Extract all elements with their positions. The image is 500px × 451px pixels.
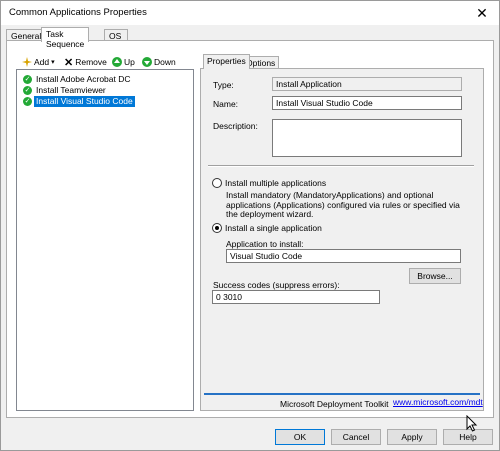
footer-text: Microsoft Deployment Toolkit <box>280 399 389 409</box>
tree-item-label: Install Teamviewer <box>36 85 106 95</box>
apply-button[interactable]: Apply <box>387 429 437 445</box>
browse-button[interactable]: Browse... <box>409 268 461 284</box>
radio-multiple-description: Install mandatory (MandatoryApplications… <box>226 190 460 219</box>
type-field: Install Application <box>272 77 462 91</box>
checkmark-icon: ✓ <box>23 86 32 95</box>
radio-single-app[interactable] <box>212 223 222 233</box>
tree-item-adobe[interactable]: ✓ Install Adobe Acrobat DC <box>23 74 133 85</box>
checkmark-icon: ✓ <box>23 75 32 84</box>
success-codes-label: Success codes (suppress errors): <box>213 280 340 290</box>
task-tree[interactable]: ✓ Install Adobe Acrobat DC ✓ Install Tea… <box>16 69 194 411</box>
title-bar: Common Applications Properties ✕ <box>1 1 499 25</box>
radio-multiple-label: Install multiple applications <box>225 178 327 188</box>
down-arrow-icon <box>142 57 152 67</box>
up-arrow-icon <box>112 57 122 67</box>
remove-x-icon: ✕ <box>64 56 74 69</box>
name-field[interactable]: Install Visual Studio Code <box>272 96 462 110</box>
chevron-down-icon: ▾ <box>51 59 55 66</box>
up-button[interactable]: Up <box>112 55 135 69</box>
tree-item-vscode[interactable]: ✓ Install Visual Studio Code <box>23 96 135 107</box>
close-icon[interactable]: ✕ <box>465 1 499 25</box>
mdt-link[interactable]: www.microsoft.com/mdt <box>393 397 483 407</box>
radio-single-label: Install a single application <box>225 223 322 233</box>
app-to-install-label: Application to install: <box>226 239 304 249</box>
app-to-install-field[interactable]: Visual Studio Code <box>226 249 461 263</box>
success-codes-field[interactable]: 0 3010 <box>212 290 380 304</box>
separator <box>208 165 474 167</box>
cancel-button[interactable]: Cancel <box>331 429 381 445</box>
down-label: Down <box>154 57 176 67</box>
tree-item-teamviewer[interactable]: ✓ Install Teamviewer <box>23 85 108 96</box>
type-label: Type: <box>213 80 234 90</box>
tree-item-label: Install Visual Studio Code <box>34 96 135 107</box>
footer-divider <box>204 393 480 395</box>
tree-item-label: Install Adobe Acrobat DC <box>36 74 131 84</box>
down-button[interactable]: Down <box>142 55 176 69</box>
description-field[interactable] <box>272 119 462 157</box>
radio-multiple-apps[interactable] <box>212 178 222 188</box>
up-label: Up <box>124 57 135 67</box>
mouse-cursor-icon <box>466 415 478 432</box>
tab-properties[interactable]: Properties <box>203 54 250 69</box>
name-label: Name: <box>213 99 239 109</box>
window-title: Common Applications Properties <box>9 7 147 18</box>
tab-task-sequence[interactable]: Task Sequence <box>41 27 90 49</box>
description-label: Description: <box>213 121 258 131</box>
add-label: Add <box>34 57 50 67</box>
ok-button[interactable]: OK <box>275 429 325 445</box>
remove-button[interactable]: ✕ Remove <box>64 55 107 69</box>
remove-label: Remove <box>75 57 107 67</box>
add-button[interactable]: Add ▾ <box>22 55 55 69</box>
checkmark-icon: ✓ <box>23 97 32 106</box>
add-sparkle-icon <box>22 57 32 67</box>
